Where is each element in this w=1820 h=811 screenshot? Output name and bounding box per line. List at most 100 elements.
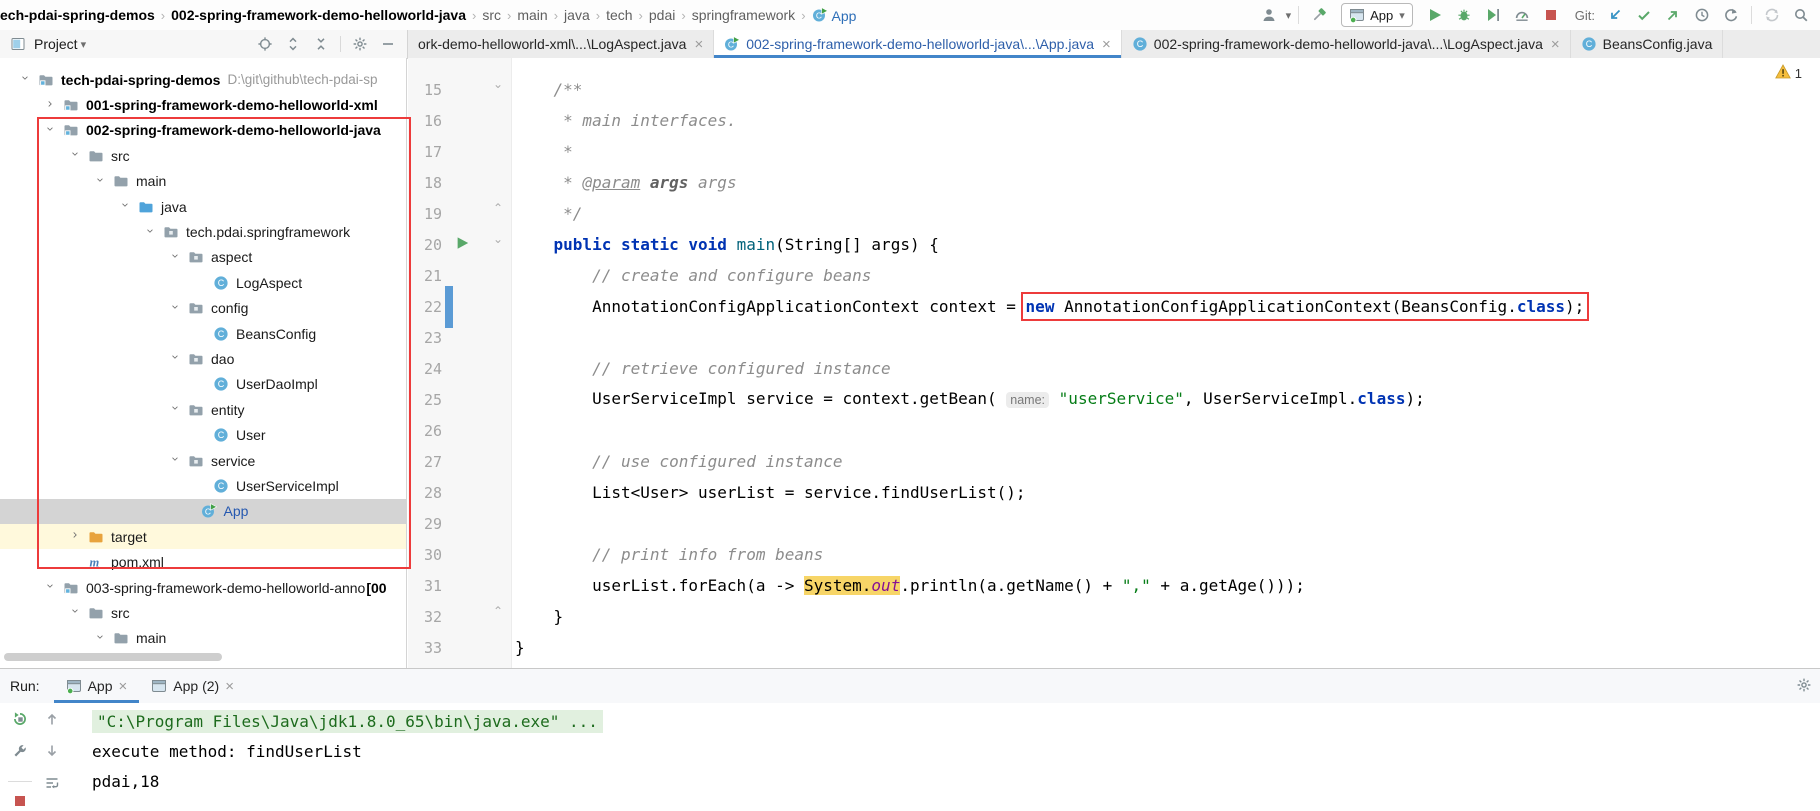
- line-number[interactable]: 23: [408, 329, 446, 347]
- tree-row[interactable]: 001-spring-framework-demo-helloworld-xml: [0, 92, 406, 117]
- chevron-down-icon[interactable]: [164, 455, 188, 466]
- collapse-all-button[interactable]: [312, 35, 330, 53]
- run-coverage-button[interactable]: [1480, 3, 1506, 27]
- code-line[interactable]: UserServiceImpl service = context.getBea…: [515, 383, 1820, 416]
- gear-button[interactable]: [351, 35, 369, 53]
- tree-row[interactable]: main: [0, 626, 406, 651]
- breadcrumb-item[interactable]: src: [482, 7, 501, 23]
- code-line[interactable]: // retrieve configured instance: [515, 353, 1820, 384]
- chevron-down-icon[interactable]: [139, 227, 163, 238]
- line-number[interactable]: 30: [408, 546, 446, 564]
- close-icon[interactable]: ×: [119, 678, 128, 695]
- code-line[interactable]: List<User> userList = service.findUserLi…: [515, 477, 1820, 508]
- chevron-down-icon[interactable]: [89, 176, 113, 187]
- search-button[interactable]: [1788, 3, 1814, 27]
- chevron-down-icon[interactable]: [14, 74, 38, 85]
- tree-row[interactable]: CUserDaoImpl: [0, 372, 406, 397]
- tree-row[interactable]: CUser: [0, 422, 406, 447]
- line-number[interactable]: 29: [408, 515, 446, 533]
- tree-row[interactable]: target: [0, 524, 406, 549]
- wrench-button[interactable]: [10, 741, 30, 761]
- editor-tab[interactable]: ork-demo-helloworld-xml\...\LogAspect.ja…: [408, 30, 714, 58]
- line-number[interactable]: 22: [408, 298, 446, 316]
- history-button[interactable]: [1689, 3, 1715, 27]
- tree-row[interactable]: tech-pdai-spring-demosD:\git\github\tech…: [0, 67, 406, 92]
- vcs-commit-button[interactable]: [1631, 3, 1657, 27]
- code-line[interactable]: }: [515, 601, 1820, 632]
- rerun-button[interactable]: [10, 709, 30, 729]
- line-number[interactable]: 16: [408, 112, 446, 130]
- debug-button[interactable]: [1451, 3, 1477, 27]
- line-number[interactable]: 32: [408, 608, 446, 626]
- close-icon[interactable]: ×: [1551, 36, 1560, 53]
- chevron-down-icon[interactable]: [164, 353, 188, 364]
- run-configuration-select[interactable]: App▾: [1341, 3, 1413, 27]
- chevron-down-icon[interactable]: [39, 582, 63, 593]
- update-app-button[interactable]: [1759, 3, 1785, 27]
- close-icon[interactable]: ×: [225, 678, 234, 695]
- chevron-down-icon[interactable]: [64, 607, 88, 618]
- code-line[interactable]: * main interfaces.: [515, 105, 1820, 136]
- arrow-up-button[interactable]: [42, 709, 62, 729]
- build-hammer-button[interactable]: [1306, 3, 1332, 27]
- code-line[interactable]: // create and configure beans: [515, 260, 1820, 291]
- run-tab[interactable]: App×: [54, 669, 140, 703]
- tree-row[interactable]: dao: [0, 346, 406, 371]
- tree-row[interactable]: src: [0, 143, 406, 168]
- tree-row[interactable]: java: [0, 194, 406, 219]
- run-line-button[interactable]: [456, 236, 469, 255]
- minus-button[interactable]: [379, 35, 397, 53]
- soft-wrap-button[interactable]: [42, 773, 62, 793]
- breadcrumb-item[interactable]: springframework: [692, 7, 795, 23]
- locate-button[interactable]: [256, 35, 274, 53]
- tree-row[interactable]: mpom.xml: [0, 549, 406, 574]
- code-line[interactable]: */: [515, 198, 1820, 229]
- line-number[interactable]: 18: [408, 174, 446, 192]
- line-number[interactable]: 17: [408, 143, 446, 161]
- code-line[interactable]: // use configured instance: [515, 446, 1820, 477]
- line-number[interactable]: 26: [408, 422, 446, 440]
- breadcrumb-item[interactable]: main: [517, 7, 547, 23]
- chevron-down-icon[interactable]: [164, 303, 188, 314]
- tree-row[interactable]: tech.pdai.springframework: [0, 219, 406, 244]
- tree-row[interactable]: service: [0, 448, 406, 473]
- code-line[interactable]: /**: [515, 74, 1820, 105]
- project-panel-title[interactable]: Project: [34, 36, 78, 52]
- line-number[interactable]: 28: [408, 484, 446, 502]
- tree-row[interactable]: entity: [0, 397, 406, 422]
- line-number[interactable]: 31: [408, 577, 446, 595]
- code-line[interactable]: public static void main(String[] args) {: [515, 229, 1820, 260]
- fold-marker-icon[interactable]: ⌃: [493, 604, 503, 618]
- tree-row[interactable]: 002-spring-framework-demo-helloworld-jav…: [0, 118, 406, 143]
- arrow-down-button[interactable]: [42, 741, 62, 761]
- line-number[interactable]: 24: [408, 360, 446, 378]
- code-editor[interactable]: 15⌄ /**16 * main interfaces.17 *18 * @pa…: [408, 58, 1820, 668]
- close-icon[interactable]: ×: [1102, 36, 1111, 53]
- tree-row[interactable]: CUserServiceImpl: [0, 473, 406, 498]
- expand-all-button[interactable]: [284, 35, 302, 53]
- rollback-button[interactable]: [1718, 3, 1744, 27]
- tree-row[interactable]: main: [0, 169, 406, 194]
- chevron-down-icon[interactable]: ▾: [1286, 9, 1292, 22]
- tree-horizontal-scrollbar[interactable]: [4, 653, 222, 661]
- breadcrumb-item[interactable]: 002-spring-framework-demo-helloworld-jav…: [171, 7, 466, 23]
- line-number[interactable]: 25: [408, 391, 446, 409]
- stop-button[interactable]: [1538, 3, 1564, 27]
- tree-row[interactable]: src: [0, 600, 406, 625]
- tree-row[interactable]: 003-spring-framework-demo-helloworld-ann…: [0, 575, 406, 600]
- profiler-button[interactable]: [1509, 3, 1535, 27]
- line-number[interactable]: 20: [408, 236, 446, 254]
- chevron-down-icon[interactable]: [39, 125, 63, 136]
- code-line[interactable]: *: [515, 136, 1820, 167]
- line-number[interactable]: 27: [408, 453, 446, 471]
- tree-row[interactable]: CApp: [0, 499, 406, 524]
- breadcrumb-item[interactable]: pdai: [649, 7, 675, 23]
- tree-row[interactable]: aspect: [0, 245, 406, 270]
- breadcrumb-item[interactable]: CApp: [812, 7, 857, 24]
- chevron-down-icon[interactable]: [164, 404, 188, 415]
- editor-tab[interactable]: C002-spring-framework-demo-helloworld-ja…: [1122, 30, 1571, 58]
- chevron-right-icon[interactable]: [64, 531, 88, 542]
- line-number[interactable]: 19: [408, 205, 446, 223]
- fold-marker-icon[interactable]: ⌄: [493, 232, 503, 246]
- breadcrumb-item[interactable]: ech-pdai-spring-demos: [0, 7, 155, 23]
